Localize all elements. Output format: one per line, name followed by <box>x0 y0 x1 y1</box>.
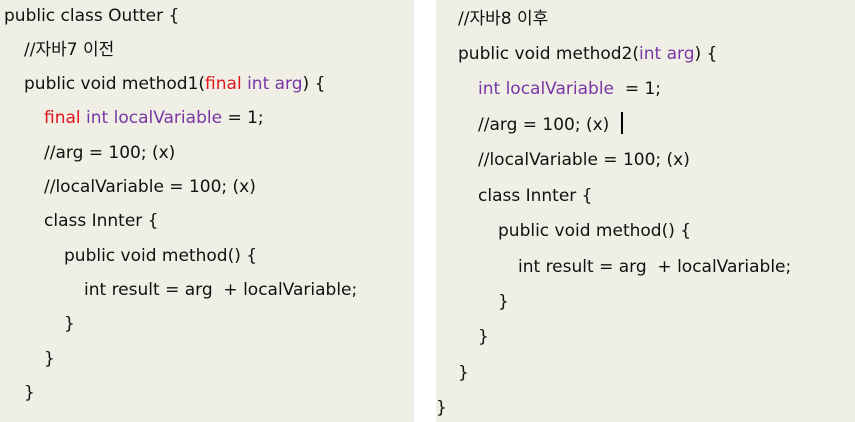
code-token: int result = arg + localVariable; <box>518 257 792 277</box>
code-token: public class Outter { <box>4 6 180 26</box>
code-token: public void method1( <box>24 74 206 94</box>
right-code-line-1: //자바8 이후 <box>458 8 548 30</box>
right-code-line-4: //arg = 100; (x) <box>478 114 609 136</box>
right-code-line-2: public void method2(int arg) { <box>458 43 717 65</box>
code-token: ) { <box>694 44 718 64</box>
code-token: public void method2( <box>458 44 640 64</box>
code-token: int result = arg + localVariable; <box>84 280 358 300</box>
right-code-line-8: int result = arg + localVariable; <box>518 256 791 278</box>
code-token: } <box>24 383 35 403</box>
code-token: final <box>205 74 242 94</box>
code-token: public void method() { <box>64 246 258 266</box>
code-token: //arg = 100; (x) <box>478 115 610 135</box>
code-token: ) { <box>302 74 326 94</box>
code-token: } <box>478 327 489 347</box>
code-token: } <box>64 314 75 334</box>
left-code-panel: public class Outter { //자바7 이전 public void… <box>0 0 414 422</box>
left-code-line-9: int result = arg + localVariable; <box>84 279 357 301</box>
right-code-line-3: int localVariable = 1; <box>478 78 661 100</box>
right-code-panel: //자바8 이후 public void method2(int arg) {in… <box>436 0 855 422</box>
code-token: //자바8 이후 <box>458 9 549 29</box>
left-code-line-6: //localVariable = 100; (x) <box>44 176 256 198</box>
right-code-line-9: } <box>498 291 509 313</box>
left-code-line-7: class Innter { <box>44 210 159 232</box>
right-code-line-7: public void method() { <box>498 220 691 242</box>
left-code-line-11: } <box>44 348 55 370</box>
left-code-line-8: public void method() { <box>64 245 257 267</box>
code-token: = 1; <box>614 79 662 99</box>
code-token: = 1; <box>222 108 264 128</box>
left-code-line-2: //자바7 이전 <box>24 39 114 61</box>
left-code-line-4: final int localVariable = 1; <box>44 107 264 129</box>
code-token: } <box>44 349 55 369</box>
code-token: int localVariable <box>80 108 223 128</box>
right-code-line-5: //localVariable = 100; (x) <box>478 149 690 171</box>
code-token: //자바7 이전 <box>24 40 115 60</box>
code-token: int localVariable <box>478 79 615 99</box>
right-code-line-10: } <box>478 326 489 348</box>
code-token: //localVariable = 100; (x) <box>44 177 256 197</box>
code-token: final <box>44 108 81 128</box>
right-code-line-6: class Innter { <box>478 185 593 207</box>
code-token: } <box>458 363 469 383</box>
code-token: } <box>498 292 509 312</box>
right-code-line-11: } <box>458 362 469 384</box>
code-token: int arg <box>639 44 695 64</box>
left-code-line-1: public class Outter { <box>4 5 179 27</box>
right-code-line-12: } <box>436 397 447 419</box>
left-code-line-10: } <box>64 313 75 335</box>
code-token: //arg = 100; (x) <box>44 143 176 163</box>
code-token: } <box>436 398 447 418</box>
code-token: class Innter { <box>478 186 593 206</box>
code-token: public void method() { <box>498 221 692 241</box>
code-token: class Innter { <box>44 211 159 231</box>
left-code-line-12: } <box>24 382 35 404</box>
left-code-line-5: //arg = 100; (x) <box>44 142 175 164</box>
code-token: int arg <box>241 74 303 94</box>
code-token: //localVariable = 100; (x) <box>478 150 690 170</box>
text-cursor <box>621 112 623 134</box>
left-code-line-3: public void method1(final int arg) { <box>24 73 325 95</box>
